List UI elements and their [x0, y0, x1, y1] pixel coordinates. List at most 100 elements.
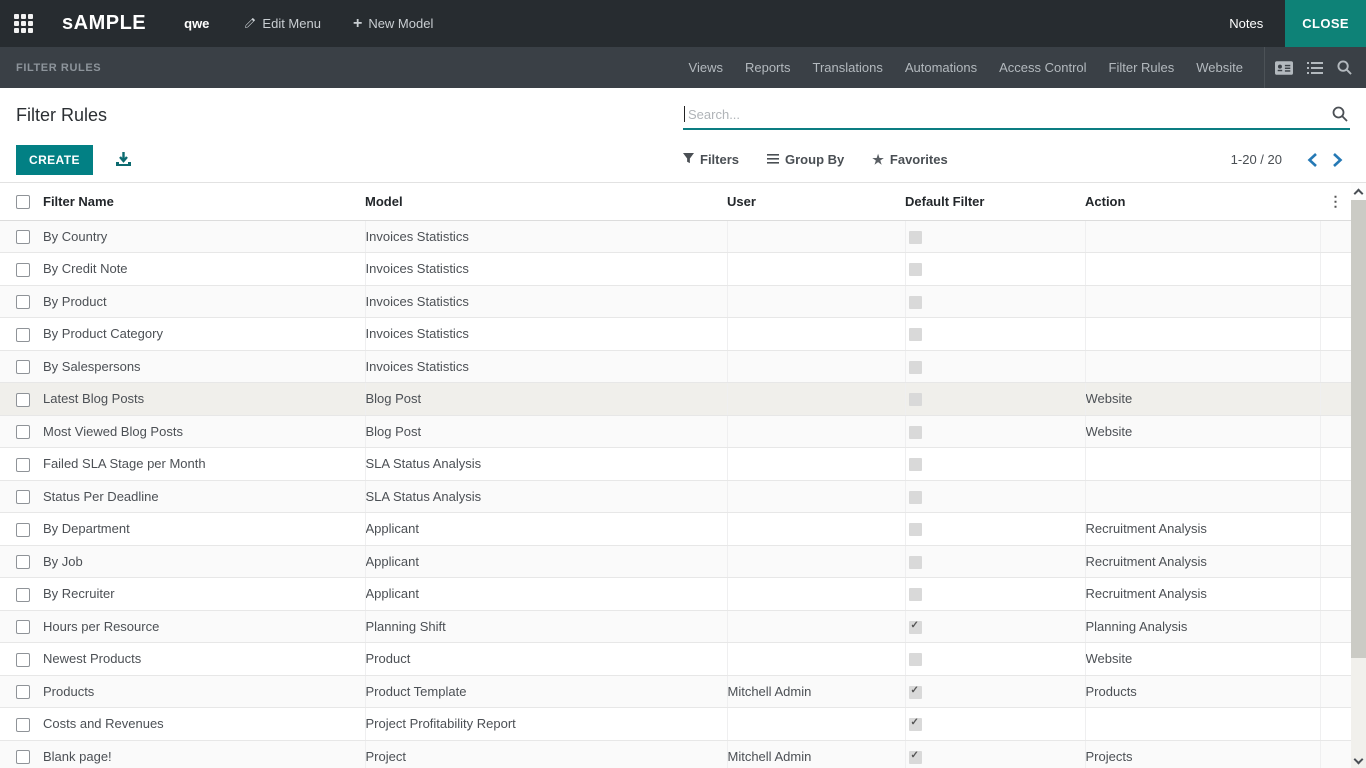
nav-item-website[interactable]: Website: [1185, 47, 1254, 88]
table-body: By Country Invoices Statistics By Credit…: [0, 220, 1351, 768]
search-nav-icon[interactable]: [1337, 60, 1352, 75]
secondary-navbar: FILTER RULES Views Reports Translations …: [0, 47, 1366, 88]
menu-item-qwe[interactable]: qwe: [166, 16, 227, 31]
star-icon: ★: [872, 152, 884, 168]
scroll-down-icon[interactable]: [1351, 752, 1366, 768]
nav-item-views[interactable]: Views: [678, 47, 734, 88]
apps-grid-icon[interactable]: [14, 14, 34, 34]
default-filter-checkbox: [909, 686, 922, 699]
search-icon[interactable]: [1332, 106, 1350, 122]
table-header-row: Filter Name Model User Default Filter Ac…: [0, 183, 1351, 220]
pager-next-icon[interactable]: [1325, 153, 1350, 167]
favorites-button[interactable]: ★ Favorites: [872, 152, 947, 168]
nav-item-reports[interactable]: Reports: [734, 47, 802, 88]
table-row[interactable]: By Job Applicant Recruitment Analysis: [0, 545, 1351, 578]
default-filter-checkbox: [909, 653, 922, 666]
default-filter-checkbox: [909, 393, 922, 406]
notes-button[interactable]: Notes: [1207, 0, 1285, 47]
top-navbar: sAMPLE qwe Edit Menu + New Model Notes C…: [0, 0, 1366, 47]
table-row[interactable]: Status Per Deadline SLA Status Analysis: [0, 480, 1351, 513]
scrollbar-thumb[interactable]: [1351, 200, 1366, 658]
default-filter-checkbox: [909, 491, 922, 504]
nav-item-automations[interactable]: Automations: [894, 47, 988, 88]
export-download-icon[interactable]: [115, 152, 132, 168]
filters-button[interactable]: Filters: [683, 152, 739, 167]
search-input[interactable]: [685, 107, 1332, 122]
table-row[interactable]: Failed SLA Stage per Month SLA Status An…: [0, 448, 1351, 481]
filter-rules-table: Filter Name Model User Default Filter Ac…: [0, 182, 1366, 768]
edit-menu-button[interactable]: Edit Menu: [227, 16, 337, 31]
close-button[interactable]: CLOSE: [1285, 0, 1366, 47]
column-header-default-filter[interactable]: Default Filter: [905, 183, 1085, 220]
column-header-user[interactable]: User: [727, 183, 905, 220]
pager-range: 1-20 / 20: [1231, 152, 1282, 167]
row-checkbox[interactable]: [16, 653, 30, 667]
row-checkbox[interactable]: [16, 523, 30, 537]
row-checkbox[interactable]: [16, 750, 30, 764]
scroll-up-icon[interactable]: [1351, 183, 1366, 200]
plus-icon: +: [353, 15, 362, 33]
default-filter-checkbox: [909, 588, 922, 601]
row-checkbox[interactable]: [16, 360, 30, 374]
row-checkbox[interactable]: [16, 620, 30, 634]
select-all-checkbox[interactable]: [16, 195, 30, 209]
table-row[interactable]: Latest Blog Posts Blog Post Website: [0, 383, 1351, 416]
default-filter-checkbox: [909, 361, 922, 374]
search-box[interactable]: [683, 100, 1350, 130]
nav-divider: [1264, 47, 1265, 88]
nav-item-access-control[interactable]: Access Control: [988, 47, 1097, 88]
kanban-view-icon[interactable]: [1275, 61, 1293, 75]
default-filter-checkbox: [909, 263, 922, 276]
table-row[interactable]: By Recruiter Applicant Recruitment Analy…: [0, 578, 1351, 611]
row-checkbox[interactable]: [16, 718, 30, 732]
default-filter-checkbox: [909, 621, 922, 634]
row-checkbox[interactable]: [16, 458, 30, 472]
table-row[interactable]: Most Viewed Blog Posts Blog Post Website: [0, 415, 1351, 448]
table-row[interactable]: By Department Applicant Recruitment Anal…: [0, 513, 1351, 546]
row-checkbox[interactable]: [16, 685, 30, 699]
table-row[interactable]: Blank page! Project Mitchell Admin Proje…: [0, 740, 1351, 768]
default-filter-checkbox: [909, 556, 922, 569]
table-row[interactable]: Products Product Template Mitchell Admin…: [0, 675, 1351, 708]
vertical-scrollbar[interactable]: [1351, 183, 1366, 768]
table-row[interactable]: By Country Invoices Statistics: [0, 220, 1351, 253]
default-filter-checkbox: [909, 296, 922, 309]
table-row[interactable]: By Credit Note Invoices Statistics: [0, 253, 1351, 286]
row-checkbox[interactable]: [16, 393, 30, 407]
funnel-icon: [683, 152, 694, 167]
row-checkbox[interactable]: [16, 263, 30, 277]
nav-item-filter-rules[interactable]: Filter Rules: [1098, 47, 1186, 88]
column-header-model[interactable]: Model: [365, 183, 727, 220]
default-filter-checkbox: [909, 426, 922, 439]
row-checkbox[interactable]: [16, 425, 30, 439]
row-checkbox[interactable]: [16, 490, 30, 504]
column-header-filter-name[interactable]: Filter Name: [43, 183, 365, 220]
pager-previous-icon[interactable]: [1300, 153, 1325, 167]
row-checkbox[interactable]: [16, 328, 30, 342]
table-row[interactable]: Costs and Revenues Project Profitability…: [0, 708, 1351, 741]
list-view-icon[interactable]: [1307, 61, 1323, 75]
create-button[interactable]: CREATE: [16, 145, 93, 175]
row-checkbox[interactable]: [16, 588, 30, 602]
group-by-icon: [767, 152, 779, 167]
pencil-icon: [243, 17, 256, 30]
row-checkbox[interactable]: [16, 555, 30, 569]
default-filter-checkbox: [909, 523, 922, 536]
group-by-button[interactable]: Group By: [767, 152, 844, 167]
page-title: Filter Rules: [16, 105, 107, 126]
table-row[interactable]: By Product Category Invoices Statistics: [0, 318, 1351, 351]
column-header-action[interactable]: Action: [1085, 183, 1320, 220]
row-checkbox[interactable]: [16, 230, 30, 244]
default-filter-checkbox: [909, 328, 922, 341]
default-filter-checkbox: [909, 231, 922, 244]
column-options-icon[interactable]: ⋮: [1320, 183, 1351, 220]
table-row[interactable]: Newest Products Product Website: [0, 643, 1351, 676]
table-row[interactable]: By Salespersons Invoices Statistics: [0, 350, 1351, 383]
table-row[interactable]: Hours per Resource Planning Shift Planni…: [0, 610, 1351, 643]
breadcrumb: FILTER RULES: [0, 47, 101, 88]
table-row[interactable]: By Product Invoices Statistics: [0, 285, 1351, 318]
app-brand: sAMPLE: [62, 12, 146, 35]
nav-item-translations[interactable]: Translations: [802, 47, 894, 88]
new-model-button[interactable]: + New Model: [337, 15, 449, 33]
row-checkbox[interactable]: [16, 295, 30, 309]
